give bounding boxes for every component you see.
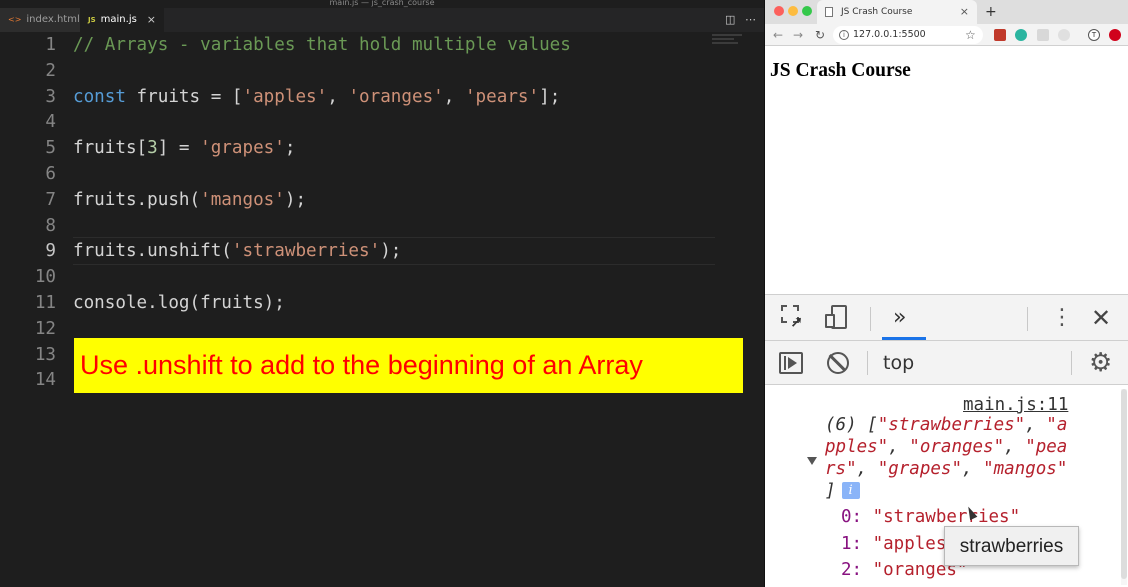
line-number: 11 — [34, 293, 56, 313]
close-devtools-icon[interactable]: ✕ — [1091, 295, 1111, 341]
html-file-icon: <> — [8, 15, 22, 24]
console-sidebar-icon[interactable] — [779, 352, 803, 374]
extension-icon[interactable] — [1015, 29, 1027, 41]
console-scrollbar[interactable] — [1121, 389, 1127, 585]
js-file-icon: JS — [88, 16, 96, 24]
address-bar[interactable]: i 127.0.0.1:5500 — [833, 26, 983, 44]
code-line[interactable]: 3 const fruits = ['apples', 'oranges', 'p… — [0, 84, 760, 110]
log-source-link[interactable]: main.js:11 — [963, 395, 1068, 415]
line-number: 14 — [34, 370, 56, 391]
code-editor[interactable]: main.js — js_crash_course <> index.html J… — [0, 0, 764, 587]
back-icon[interactable]: ← — [773, 24, 783, 46]
device-toolbar-icon[interactable] — [825, 305, 849, 331]
divider — [870, 307, 871, 331]
clear-console-icon[interactable] — [827, 352, 849, 374]
line-number: 10 — [34, 267, 56, 288]
log-line: pples", "oranges", "pea — [825, 437, 1068, 457]
tab-label: main.js — [100, 14, 137, 25]
array-entry[interactable]: 0: "strawberries" — [841, 507, 1020, 528]
log-line: (6) ["strawberries", "a — [825, 415, 1068, 435]
code-line[interactable]: 1 // Arrays - variables that hold multipl… — [0, 32, 760, 58]
inspect-element-icon[interactable]: ➚ — [781, 305, 807, 331]
code-text: console.log(fruits); — [73, 293, 285, 313]
code-line[interactable]: 6 — [0, 161, 760, 187]
code-line[interactable]: 2 — [0, 58, 760, 84]
info-badge-icon[interactable]: i — [841, 482, 860, 499]
extension-icon[interactable] — [1058, 29, 1070, 41]
log-line: rs", "grapes", "mangos" — [825, 459, 1068, 479]
divider — [1071, 351, 1072, 375]
extension-icon[interactable] — [994, 29, 1006, 41]
close-tab-icon[interactable]: × — [960, 0, 969, 24]
forward-icon[interactable]: → — [793, 24, 803, 46]
editor-tab-bar: <> index.html JS main.js × — [0, 8, 764, 32]
tab-label: index.html — [26, 14, 80, 25]
extension-icon[interactable] — [1037, 29, 1049, 41]
kebab-menu-icon[interactable]: ⋮ — [1051, 295, 1073, 341]
line-number: 7 — [45, 189, 56, 210]
page-title: JS Crash Course — [770, 60, 911, 81]
site-info-icon[interactable]: i — [839, 30, 849, 40]
browser-window: JS Crash Course × + ← → ↻ i 127.0.0.1:55… — [764, 0, 1128, 587]
devtools-main-toolbar: ➚ » ⋮ ✕ — [765, 295, 1128, 341]
line-number: 2 — [45, 60, 56, 81]
close-tab-icon[interactable]: × — [147, 8, 156, 32]
code-line[interactable]: 4 — [0, 109, 760, 135]
bookmark-star-icon[interactable]: ☆ — [965, 24, 976, 46]
line-number: 1 — [45, 35, 56, 55]
more-actions-icon[interactable]: ⋯ — [745, 8, 759, 32]
array-entry[interactable]: 1: "apples" — [841, 534, 957, 555]
code-line[interactable]: 8 — [0, 213, 760, 239]
line-number: 3 — [45, 86, 56, 107]
split-editor-icon[interactable]: ◫ — [725, 8, 737, 32]
code-text: fruits.unshift('strawberries'); — [73, 241, 402, 262]
window-title: main.js — js_crash_course — [329, 0, 435, 7]
reload-icon[interactable]: ↻ — [815, 24, 825, 46]
hover-tooltip: strawberries — [944, 526, 1079, 566]
extension-icon[interactable] — [1109, 29, 1121, 41]
caption-banner: Use .unshift to add to the beginning of … — [74, 338, 743, 393]
browser-tab-title: JS Crash Course — [841, 7, 913, 17]
minimize-window-button[interactable] — [788, 6, 798, 16]
code-line[interactable]: 7 fruits.push('mangos'); — [0, 187, 760, 213]
page-icon — [825, 7, 833, 17]
more-tabs-icon[interactable]: » — [893, 295, 923, 341]
line-number: 9 — [45, 241, 56, 262]
line-number: 6 — [45, 164, 56, 184]
tab-main-js[interactable]: JS main.js × — [80, 8, 164, 32]
console-toolbar: top ⚙ — [765, 341, 1128, 385]
close-window-button[interactable] — [774, 6, 784, 16]
line-number: 8 — [45, 215, 56, 236]
code-line[interactable]: 5 fruits[3] = 'grapes'; — [0, 135, 760, 161]
line-number: 4 — [45, 112, 56, 133]
url-text: 127.0.0.1:5500 — [853, 29, 926, 40]
browser-tab-strip: JS Crash Course × + — [765, 0, 1128, 24]
code-text: // Arrays - variables that hold multiple… — [73, 35, 571, 55]
code-line[interactable]: 11 console.log(fruits); — [0, 290, 760, 316]
active-tab-indicator — [882, 337, 926, 340]
gear-icon[interactable]: ⚙ — [1089, 341, 1112, 385]
divider — [1027, 307, 1028, 331]
code-text: fruits[3] = 'grapes'; — [73, 138, 296, 159]
browser-toolbar: ← → ↻ i 127.0.0.1:5500 ☆ T — [765, 24, 1128, 46]
code-text: const fruits = ['apples', 'oranges', 'pe… — [73, 86, 561, 107]
line-number: 12 — [34, 318, 56, 339]
line-number: 13 — [34, 344, 56, 365]
log-line: ] i — [825, 481, 860, 502]
maximize-window-button[interactable] — [802, 6, 812, 16]
new-tab-button[interactable]: + — [985, 0, 997, 24]
code-line[interactable]: 10 — [0, 264, 760, 290]
expand-triangle-icon[interactable] — [807, 457, 817, 465]
context-selector[interactable]: top — [883, 341, 914, 385]
browser-tab[interactable]: JS Crash Course × — [817, 0, 977, 24]
line-number: 5 — [45, 138, 56, 159]
code-line[interactable]: 9 fruits.unshift('strawberries'); — [0, 238, 760, 264]
extension-icon[interactable]: T — [1088, 29, 1100, 41]
divider — [867, 351, 868, 375]
code-text: fruits.push('mangos'); — [73, 189, 307, 210]
tab-index-html[interactable]: <> index.html — [0, 8, 80, 32]
